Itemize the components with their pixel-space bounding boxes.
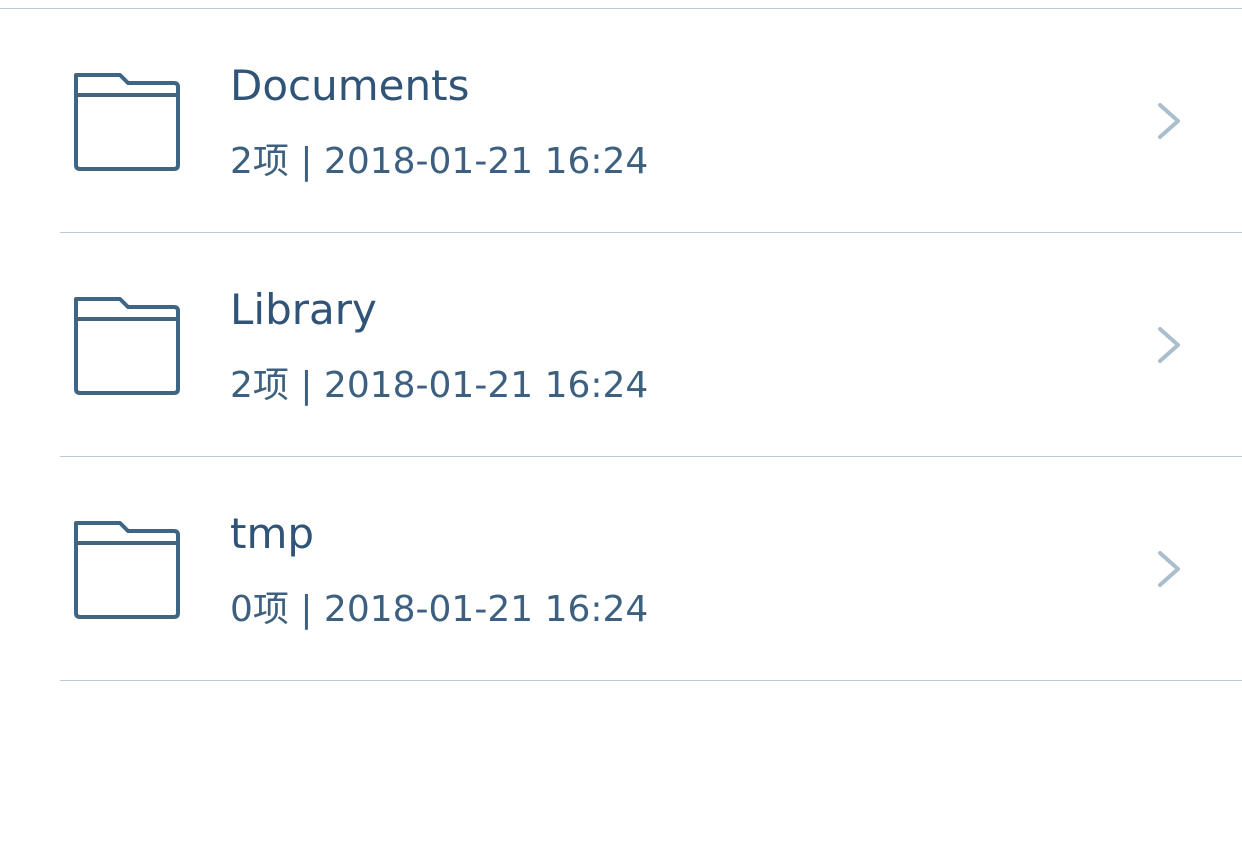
file-name: tmp xyxy=(230,509,315,558)
chevron-right-icon xyxy=(1152,545,1188,593)
chevron-right-icon xyxy=(1152,97,1188,145)
folder-icon xyxy=(70,289,182,401)
folder-icon xyxy=(70,513,182,625)
row-separator xyxy=(60,680,1242,681)
folder-icon xyxy=(70,65,182,177)
file-row-tmp[interactable]: tmp 0项 | 2018-01-21 16:24 xyxy=(0,457,1242,681)
file-list: Documents 2项 | 2018-01-21 16:24 Library … xyxy=(0,9,1242,681)
file-row-library[interactable]: Library 2项 | 2018-01-21 16:24 xyxy=(0,233,1242,457)
file-meta: 2项 | 2018-01-21 16:24 xyxy=(230,141,649,182)
file-name: Library xyxy=(230,285,377,334)
file-name: Documents xyxy=(230,61,470,110)
chevron-right-icon xyxy=(1152,321,1188,369)
file-row-documents[interactable]: Documents 2项 | 2018-01-21 16:24 xyxy=(0,9,1242,233)
file-meta: 0项 | 2018-01-21 16:24 xyxy=(230,589,649,630)
file-meta: 2项 | 2018-01-21 16:24 xyxy=(230,365,649,406)
